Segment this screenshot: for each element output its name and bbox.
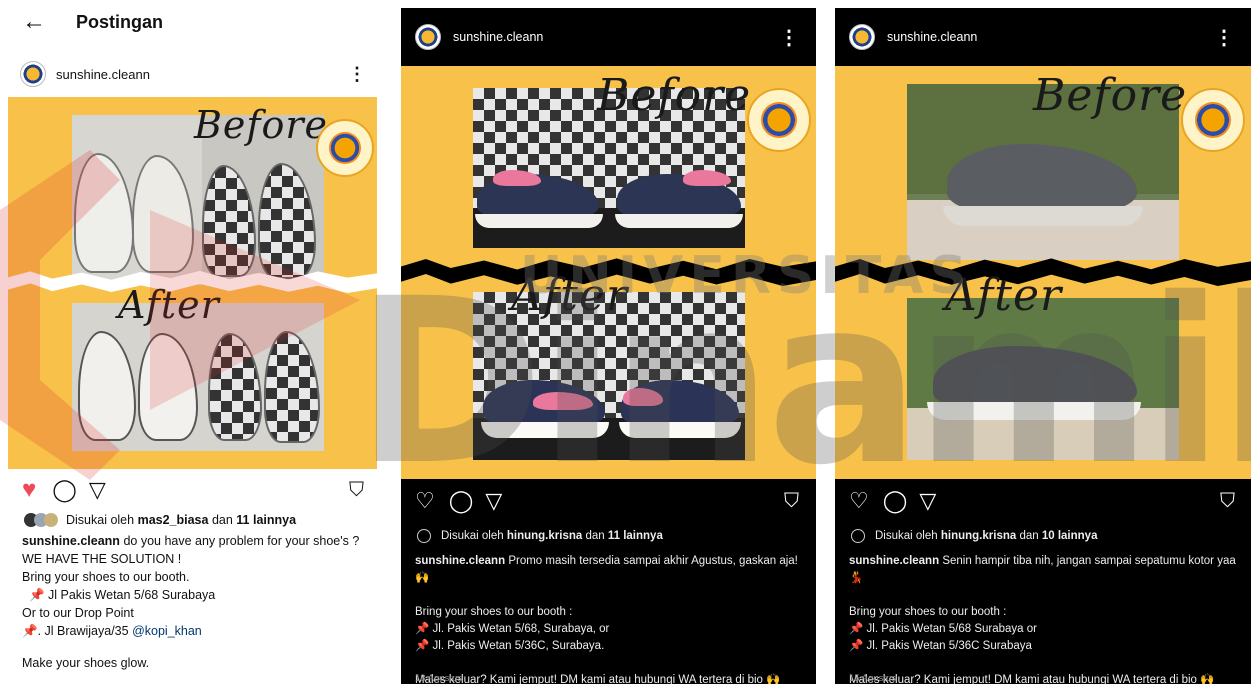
- caption-line: Males keluar? Kami jemput! DM kami atau …: [849, 674, 1215, 684]
- pin-icon: 📌: [22, 624, 38, 638]
- avatar[interactable]: [849, 24, 875, 50]
- mention-link[interactable]: @kopi_khan: [132, 624, 202, 638]
- heart-filled-icon[interactable]: ♥: [22, 478, 36, 502]
- page-title: Postingan: [76, 11, 164, 32]
- caption-line: Make your shoes glow.: [22, 656, 150, 670]
- post-caption: sunshine.cleann do you have any problem …: [22, 532, 372, 672]
- comment-icon[interactable]: ◯: [52, 479, 77, 501]
- likes-middle: dan: [585, 530, 605, 542]
- caption-line: WE HAVE THE SOLUTION !: [22, 552, 182, 566]
- action-bar: ♥ ◯ ▽ ⛉: [22, 478, 364, 502]
- more-options-icon[interactable]: ⋮: [1214, 25, 1234, 50]
- avatar[interactable]: [415, 24, 441, 50]
- likes-summary[interactable]: Disukai oleh mas2_biasa dan 11 lainnya: [24, 513, 296, 527]
- post-caption: sunshine.cleann Promo masih tersedia sam…: [415, 553, 813, 684]
- likes-user[interactable]: hinung.krisna: [941, 530, 1016, 542]
- caption-username[interactable]: sunshine.cleann: [849, 555, 939, 567]
- before-label: Before: [1033, 70, 1188, 121]
- likes-summary[interactable]: Disukai oleh hinung.krisna dan 11 lainny…: [417, 529, 663, 543]
- likes-user[interactable]: hinung.krisna: [507, 530, 582, 542]
- likes-middle: dan: [1019, 530, 1039, 542]
- post-header: sunshine.cleann ⋮: [835, 8, 1251, 66]
- pin-icon: 📌: [849, 640, 864, 652]
- caption-line: Jl. Pakis Wetan 5/68, Surabaya, or: [432, 623, 610, 635]
- post-date: 15 Agustus: [849, 673, 897, 684]
- caption-line: Jl. Pakis Wetan 5/68 Surabaya or: [866, 623, 1037, 635]
- caption-line: Jl. Pakis Wetan 5/36C, Surabaya.: [432, 640, 605, 652]
- caption-line: Bring your shoes to our booth :: [415, 606, 573, 618]
- post-caption: sunshine.cleann Senin hampir tiba nih, j…: [849, 553, 1247, 684]
- likes-others[interactable]: 10 lainnya: [1042, 530, 1098, 542]
- screenshot-collage: ← Postingan sunshine.cleann ⋮ Before ♥ ◯…: [0, 0, 1251, 684]
- brand-logo: [1181, 88, 1245, 152]
- caption-line: . Jl Brawijaya/35: [37, 624, 129, 638]
- post-header: sunshine.cleann ⋮: [401, 8, 816, 66]
- likes-others[interactable]: 11 lainnya: [236, 513, 296, 527]
- likes-prefix: Disukai oleh: [875, 530, 938, 542]
- likes-others[interactable]: 11 lainnya: [608, 530, 663, 542]
- pin-icon: 📌: [415, 640, 430, 652]
- arrow-left-icon[interactable]: ←: [22, 8, 62, 36]
- avatar[interactable]: [20, 61, 46, 87]
- likes-summary[interactable]: Disukai oleh hinung.krisna dan 10 lainny…: [851, 529, 1097, 543]
- likes-prefix: Disukai oleh: [66, 513, 135, 527]
- more-options-icon[interactable]: ⋮: [348, 64, 366, 85]
- before-label: Before: [597, 70, 752, 121]
- caption-line: Or to our Drop Point: [22, 606, 134, 620]
- caption-text: do you have any problem for your shoe's …: [123, 534, 360, 548]
- send-icon[interactable]: ▽: [89, 479, 106, 501]
- username-link[interactable]: sunshine.cleann: [453, 30, 779, 44]
- caption-username[interactable]: sunshine.cleann: [22, 534, 120, 548]
- likes-user[interactable]: mas2_biasa: [138, 513, 209, 527]
- username-link[interactable]: sunshine.cleann: [887, 30, 1214, 44]
- before-label: Before: [194, 103, 329, 147]
- liker-avatars: [24, 513, 58, 527]
- liker-avatar: [851, 529, 865, 543]
- caption-username[interactable]: sunshine.cleann: [415, 555, 505, 567]
- pin-icon: 📌: [415, 623, 430, 635]
- watermark-logo-shape: [0, 150, 360, 480]
- top-bar: ← Postingan: [0, 0, 385, 44]
- liker-avatar: [417, 529, 431, 543]
- post-header: sunshine.cleann ⋮: [20, 58, 366, 90]
- caption-line: Bring your shoes to our booth.: [22, 570, 190, 584]
- caption-line: Jl. Pakis Wetan 5/36C Surabaya: [866, 640, 1032, 652]
- post-date: 18 Agustus: [415, 673, 463, 684]
- pin-icon: 📌: [849, 623, 864, 635]
- caption-line: Jl Pakis Wetan 5/68 Surabaya: [48, 588, 216, 602]
- more-options-icon[interactable]: ⋮: [779, 25, 799, 50]
- likes-middle: dan: [211, 513, 233, 527]
- username-link[interactable]: sunshine.cleann: [56, 67, 348, 82]
- caption-line: Males keluar? Kami jemput! DM kami atau …: [415, 674, 781, 684]
- watermark-brand: Dinamika: [355, 249, 1251, 515]
- caption-line: Bring your shoes to our booth :: [849, 606, 1007, 618]
- likes-prefix: Disukai oleh: [441, 530, 504, 542]
- pin-icon: 📌: [28, 588, 45, 602]
- brand-logo: [747, 88, 811, 152]
